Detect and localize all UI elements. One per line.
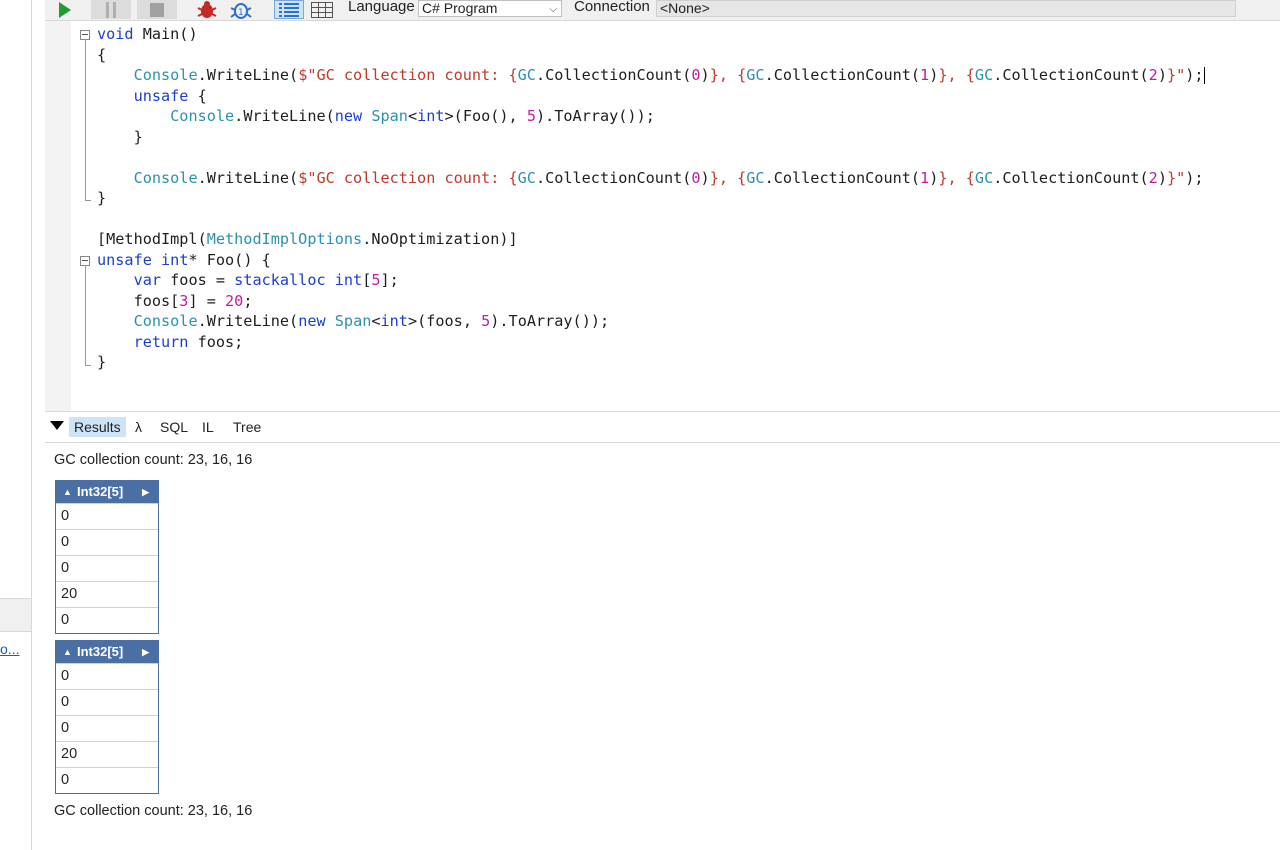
language-value: C# Program bbox=[422, 0, 498, 16]
array-row: 0 bbox=[56, 663, 158, 689]
panel-splitter[interactable] bbox=[0, 598, 31, 632]
table-grid-icon bbox=[311, 1, 333, 18]
array-title: Int32[5] bbox=[77, 484, 124, 499]
stop-icon bbox=[150, 2, 164, 17]
code-line[interactable]: unsafe int* Foo() { bbox=[97, 250, 1205, 271]
code-line[interactable]: { bbox=[97, 45, 1205, 66]
pause-button[interactable] bbox=[91, 0, 131, 19]
code-line[interactable]: [MethodImpl(MethodImplOptions.NoOptimiza… bbox=[97, 229, 1205, 250]
svg-text:1: 1 bbox=[238, 8, 244, 18]
results-grid-button[interactable] bbox=[309, 0, 335, 19]
code-line[interactable]: Console.WriteLine($"GC collection count:… bbox=[97, 65, 1205, 86]
side-panel-link[interactable]: o... bbox=[0, 641, 19, 657]
debug-step-button[interactable]: 1 bbox=[228, 0, 254, 19]
collapse-up-icon[interactable]: ▲ bbox=[63, 641, 72, 663]
connection-label: Connection bbox=[574, 0, 650, 15]
array-row: 0 bbox=[56, 689, 158, 715]
bug-icon bbox=[197, 1, 217, 18]
fold-guide bbox=[85, 40, 86, 200]
tab-il[interactable]: IL bbox=[197, 417, 219, 437]
code-text[interactable]: void Main(){ Console.WriteLine($"GC coll… bbox=[97, 24, 1205, 373]
code-line[interactable]: } bbox=[97, 127, 1205, 148]
code-line[interactable]: return foos; bbox=[97, 332, 1205, 353]
language-label: Language bbox=[348, 0, 415, 15]
code-line[interactable]: foos[3] = 20; bbox=[97, 291, 1205, 312]
fold-main-icon[interactable] bbox=[80, 30, 90, 40]
code-line[interactable]: Console.WriteLine(new Span<int>(Foo(), 5… bbox=[97, 106, 1205, 127]
output-line: GC collection count: 23, 16, 16 bbox=[54, 452, 253, 468]
output-line: GC collection count: 23, 16, 16 bbox=[54, 803, 253, 819]
editor-gutter bbox=[45, 21, 71, 411]
code-line[interactable]: } bbox=[97, 352, 1205, 373]
array-row: 0 bbox=[56, 503, 158, 529]
bug-step-icon: 1 bbox=[230, 3, 252, 19]
array-table: ▲ Int32[5] ▶ 0 0 0 20 0 bbox=[55, 640, 159, 794]
expand-right-icon[interactable]: ▶ bbox=[142, 481, 149, 503]
chevron-down-icon: ⌵ bbox=[549, 4, 557, 15]
array-row: 0 bbox=[56, 715, 158, 741]
array-header[interactable]: ▲ Int32[5] ▶ bbox=[56, 641, 158, 663]
array-title: Int32[5] bbox=[77, 644, 124, 659]
text-caret bbox=[1203, 67, 1205, 84]
tab-sql[interactable]: SQL bbox=[155, 417, 193, 437]
code-line[interactable] bbox=[97, 209, 1205, 230]
language-select[interactable]: C# Program ⌵ bbox=[418, 0, 562, 17]
code-line[interactable]: } bbox=[97, 188, 1205, 209]
tab-results[interactable]: Results bbox=[69, 417, 126, 437]
array-row: 0 bbox=[56, 607, 158, 633]
code-line[interactable]: void Main() bbox=[97, 24, 1205, 45]
connection-select[interactable]: <None> bbox=[656, 0, 1236, 17]
run-button[interactable] bbox=[45, 0, 85, 19]
code-line[interactable] bbox=[97, 147, 1205, 168]
list-grid-icon bbox=[279, 2, 299, 17]
code-editor[interactable]: void Main(){ Console.WriteLine($"GC coll… bbox=[45, 20, 1280, 412]
stop-button[interactable] bbox=[137, 0, 177, 19]
pause-icon bbox=[106, 1, 116, 18]
array-row: 0 bbox=[56, 555, 158, 581]
tab-lambda[interactable]: λ bbox=[130, 417, 147, 437]
debug-button[interactable] bbox=[195, 0, 219, 19]
array-row: 0 bbox=[56, 529, 158, 555]
array-header[interactable]: ▲ Int32[5] ▶ bbox=[56, 481, 158, 503]
code-line[interactable]: var foos = stackalloc int[5]; bbox=[97, 270, 1205, 291]
code-line[interactable]: unsafe { bbox=[97, 86, 1205, 107]
collapse-triangle-icon[interactable] bbox=[50, 421, 64, 430]
fold-guide bbox=[85, 266, 86, 365]
collapse-up-icon[interactable]: ▲ bbox=[63, 481, 72, 503]
play-icon bbox=[59, 1, 71, 18]
fold-end-marker bbox=[85, 365, 91, 366]
connection-value: <None> bbox=[660, 0, 710, 16]
results-tab-bar: Results λ SQL IL Tree bbox=[45, 411, 1280, 443]
side-panel: o... bbox=[0, 0, 32, 850]
fold-foo-icon[interactable] bbox=[80, 256, 90, 266]
fold-end-marker bbox=[85, 200, 91, 201]
results-rich-text-button[interactable] bbox=[274, 0, 304, 19]
array-row: 20 bbox=[56, 741, 158, 767]
array-row: 0 bbox=[56, 767, 158, 793]
code-line[interactable]: Console.WriteLine(new Span<int>(foos, 5)… bbox=[97, 311, 1205, 332]
array-row: 20 bbox=[56, 581, 158, 607]
expand-right-icon[interactable]: ▶ bbox=[142, 641, 149, 663]
array-table: ▲ Int32[5] ▶ 0 0 0 20 0 bbox=[55, 480, 159, 634]
tab-tree[interactable]: Tree bbox=[228, 417, 266, 437]
code-line[interactable]: Console.WriteLine($"GC collection count:… bbox=[97, 168, 1205, 189]
